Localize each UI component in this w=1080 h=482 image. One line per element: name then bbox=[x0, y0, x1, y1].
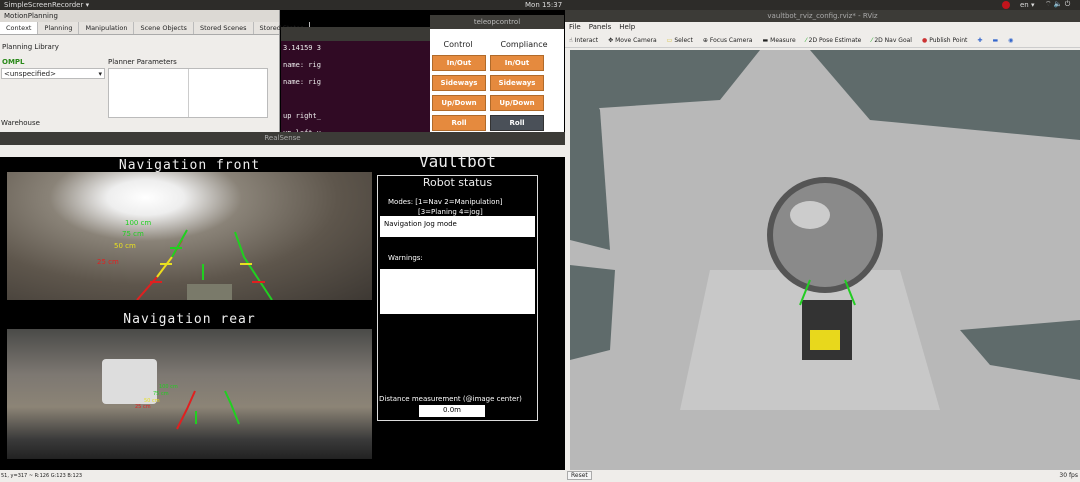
tool-measure[interactable]: ▬Measure bbox=[762, 37, 795, 44]
select-icon: ▭ bbox=[667, 37, 673, 44]
record-indicator-icon[interactable] bbox=[1002, 1, 1010, 9]
rear-camera-title: Navigation rear bbox=[7, 312, 372, 327]
tool-select[interactable]: ▭Select bbox=[667, 37, 693, 44]
robot-status-title: Robot status bbox=[378, 176, 537, 189]
compliance-inout-button[interactable]: In/Out bbox=[490, 55, 544, 71]
warnings-value bbox=[380, 269, 535, 314]
distance-value: 0.0m bbox=[419, 405, 485, 417]
camera-tool-icon[interactable]: ◉ bbox=[1008, 37, 1013, 44]
control-inout-button[interactable]: In/Out bbox=[432, 55, 486, 71]
cursor-icon: ☝ bbox=[569, 37, 573, 44]
system-top-bar: SimpleScreenRecorder ▾ Mon 15:37 en ▾ ⌔ … bbox=[0, 0, 1080, 10]
ompl-label: OMPL bbox=[2, 58, 25, 66]
control-header: Control bbox=[430, 40, 486, 49]
app-menu[interactable]: SimpleScreenRecorder ▾ bbox=[4, 1, 89, 9]
tool-publish-point[interactable]: ●Publish Point bbox=[922, 37, 967, 44]
clock[interactable]: Mon 15:37 bbox=[525, 1, 562, 9]
rear-label-25: 25 cm bbox=[135, 404, 151, 410]
planner-parameters-label: Planner Parameters bbox=[108, 58, 177, 66]
realsense-window: RealSense Navigation front 100 cm 75 cm … bbox=[0, 132, 565, 482]
compliance-sideways-button[interactable]: Sideways bbox=[490, 75, 544, 91]
teleop-title: teleopcontrol bbox=[430, 15, 564, 29]
tool-2d-pose-estimate[interactable]: ⁄2D Pose Estimate bbox=[806, 37, 862, 44]
ruler-icon: ▬ bbox=[762, 37, 768, 44]
add-tool-icon[interactable]: ✚ bbox=[977, 37, 982, 44]
focus-icon: ⊕ bbox=[703, 37, 708, 44]
robot-status-panel: Robot status Modes: [1=Nav 2=Manipulatio… bbox=[377, 175, 538, 421]
warnings-label: Warnings: bbox=[388, 254, 423, 262]
arrow-icon: ⁄ bbox=[806, 37, 807, 44]
compliance-updown-button[interactable]: Up/Down bbox=[490, 95, 544, 111]
planner-value: <unspecified> bbox=[4, 70, 56, 78]
3d-view[interactable] bbox=[570, 50, 1080, 470]
terminal-window[interactable]: 3.14159 3 name: rig name: rig up right_ … bbox=[281, 27, 430, 132]
terminal-line: up right_ bbox=[281, 109, 430, 126]
distance-label-25: 25 cm bbox=[97, 258, 119, 266]
terminal-line: name: rig bbox=[281, 75, 430, 92]
planner-parameters-table[interactable] bbox=[108, 68, 268, 118]
distance-label-75: 75 cm bbox=[122, 230, 144, 238]
tab-context[interactable]: Context bbox=[0, 22, 38, 34]
realsense-title: RealSense bbox=[0, 132, 565, 145]
tab-manipulation[interactable]: Manipulation bbox=[79, 22, 134, 34]
tool-move-camera[interactable]: ✥Move Camera bbox=[608, 37, 657, 44]
menu-help[interactable]: Help bbox=[619, 23, 635, 32]
front-guide-overlay bbox=[7, 172, 372, 300]
control-roll-button[interactable]: Roll bbox=[432, 115, 486, 131]
planner-select[interactable]: <unspecified> ▾ bbox=[1, 68, 105, 79]
map-scene bbox=[570, 50, 1080, 470]
teleop-control-window: teleopcontrol Control Compliance In/Out … bbox=[430, 15, 564, 132]
mode-value: Navigation Jog mode bbox=[380, 216, 535, 237]
terminal-title-bar bbox=[281, 27, 430, 41]
reset-button[interactable]: Reset bbox=[567, 471, 592, 480]
menu-bar: File Panels Help bbox=[565, 22, 1080, 33]
terminal-line: 3.14159 3 bbox=[281, 41, 430, 58]
chevron-down-icon: ▾ bbox=[98, 70, 102, 78]
pixel-status-bar: 51, y=317 ~ R:126 G:123 B:123 bbox=[0, 470, 565, 482]
tab-scene-objects[interactable]: Scene Objects bbox=[134, 22, 193, 34]
modes-line-2: [3=Planing 4=jog] bbox=[418, 208, 483, 216]
planning-library-label: Planning Library bbox=[2, 43, 59, 51]
distance-label-50: 50 cm bbox=[114, 242, 136, 250]
rear-label-100: 100 cm bbox=[159, 384, 178, 390]
rear-camera-feed: 100 cm 75 cm 50 cm 25 cm bbox=[7, 329, 372, 459]
move-icon: ✥ bbox=[608, 37, 613, 44]
compliance-header: Compliance bbox=[492, 40, 556, 49]
control-sideways-button[interactable]: Sideways bbox=[432, 75, 486, 91]
front-camera-feed: 100 cm 75 cm 50 cm 25 cm bbox=[7, 172, 372, 300]
tool-2d-nav-goal[interactable]: ⁄2D Nav Goal bbox=[871, 37, 912, 44]
terminal-line: name: rig bbox=[281, 58, 430, 75]
terminal-line bbox=[281, 92, 430, 109]
fps-label: 30 fps bbox=[1059, 472, 1078, 479]
arrow-icon: ⁄ bbox=[871, 37, 872, 44]
remove-tool-icon[interactable]: ▬ bbox=[992, 37, 998, 44]
tool-focus-camera[interactable]: ⊕Focus Camera bbox=[703, 37, 753, 44]
tab-bar: Context Planning Manipulation Scene Obje… bbox=[0, 22, 279, 35]
toolbar: ☝Interact ✥Move Camera ▭Select ⊕Focus Ca… bbox=[565, 33, 1080, 48]
distance-label-100: 100 cm bbox=[125, 219, 151, 227]
rviz-title: vaultbot_rviz_config.rviz* - RViz bbox=[565, 10, 1080, 22]
pin-icon: ● bbox=[922, 37, 927, 44]
control-updown-button[interactable]: Up/Down bbox=[432, 95, 486, 111]
tab-stored-scenes[interactable]: Stored Scenes bbox=[194, 22, 254, 34]
menu-panels[interactable]: Panels bbox=[589, 23, 612, 32]
tool-interact[interactable]: ☝Interact bbox=[569, 37, 598, 44]
modes-line-1: Modes: [1=Nav 2=Manipulation] bbox=[388, 198, 503, 206]
panel-title: MotionPlanning bbox=[0, 10, 279, 22]
distance-label: Distance measurement (@image center) bbox=[379, 395, 522, 403]
language-menu[interactable]: en ▾ bbox=[1020, 1, 1034, 9]
rviz-window: vaultbot_rviz_config.rviz* - RViz File P… bbox=[565, 10, 1080, 482]
system-icons[interactable]: ⌔ 🔈 ⏻ bbox=[1045, 0, 1070, 9]
motion-planning-panel: MotionPlanning Context Planning Manipula… bbox=[0, 10, 280, 132]
warehouse-label: Warehouse bbox=[1, 119, 40, 127]
rear-label-75: 75 cm bbox=[153, 391, 169, 397]
rear-guide-overlay bbox=[7, 329, 372, 459]
menu-file[interactable]: File bbox=[569, 23, 581, 32]
tab-planning[interactable]: Planning bbox=[38, 22, 79, 34]
compliance-roll-button[interactable]: Roll bbox=[490, 115, 544, 131]
vaultbot-title: Vaultbot bbox=[375, 152, 540, 171]
front-camera-title: Navigation front bbox=[7, 158, 372, 173]
